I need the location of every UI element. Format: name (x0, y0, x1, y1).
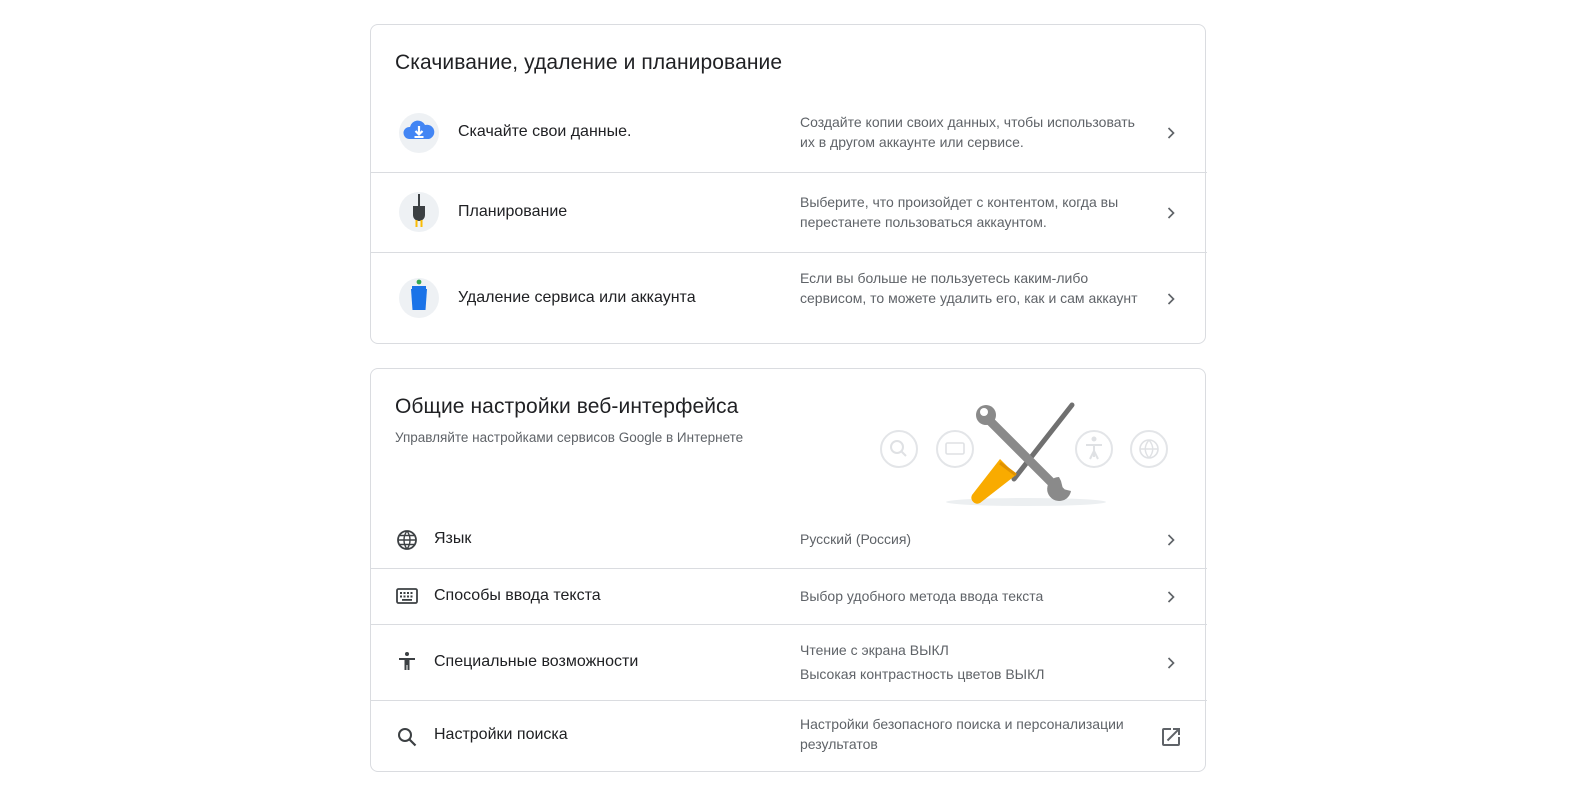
accessibility-icon (399, 652, 415, 670)
download-data-description: Создайте копии своих данных, чтобы испол… (800, 114, 1135, 150)
globe-icon (397, 530, 417, 550)
chevron-right-icon (1167, 534, 1175, 546)
download-delete-plan-card: Скачивание, удаление и планирование Скач… (370, 24, 1207, 344)
download-data-label: Скачайте свои данные. (458, 123, 632, 140)
planning-row[interactable]: Планирование Выберите, что произойдет с … (371, 172, 1207, 252)
language-label: Язык (434, 530, 472, 547)
plug-icon (399, 192, 439, 232)
chevron-right-icon (1167, 591, 1175, 603)
search-settings-row[interactable]: Настройки поиска Настройки безопасного п… (371, 700, 1207, 772)
web-settings-card: Общие настройки веб-интерфейса Управляйт… (370, 368, 1207, 772)
section-title: Общие настройки веб-интерфейса (395, 395, 739, 418)
screen-reader-status: Чтение с экрана ВЫКЛ (800, 642, 949, 658)
chevron-right-icon (1167, 207, 1175, 219)
input-tools-description: Выбор удобного метода ввода текста (800, 588, 1044, 604)
input-tools-row[interactable]: Способы ввода текста Выбор удобного мето… (371, 568, 1207, 624)
open-in-new-icon[interactable] (1159, 725, 1183, 749)
accessibility-label: Специальные возможности (434, 653, 639, 670)
delete-service-row[interactable]: Удаление сервиса или аккаунта Если вы бо… (371, 252, 1207, 344)
planning-description: Выберите, что произойдет с контентом, ко… (800, 194, 1119, 230)
search-settings-label: Настройки поиска (434, 726, 568, 743)
delete-service-label: Удаление сервиса или аккаунта (458, 289, 696, 306)
search-settings-description: Настройки безопасного поиска и персонали… (800, 716, 1124, 752)
input-tools-label: Способы ввода текста (434, 587, 601, 604)
delete-service-description: Если вы больше не пользуетесь каким-либо… (800, 270, 1138, 306)
keyboard-icon (396, 588, 418, 604)
trash-bin-icon (399, 278, 439, 318)
language-value: Русский (Россия) (800, 531, 912, 547)
high-contrast-status: Высокая контрастность цветов ВЫКЛ (800, 666, 1045, 682)
accessibility-row[interactable]: Специальные возможности Чтение с экрана … (371, 624, 1207, 700)
chevron-right-icon (1167, 657, 1175, 669)
language-row[interactable]: Язык Русский (Россия) (371, 512, 1207, 568)
chevron-right-icon (1167, 293, 1175, 305)
search-icon (398, 728, 417, 747)
cloud-download-icon (399, 113, 439, 153)
tools-illustration (880, 402, 1168, 506)
section-subtitle: Управляйте настройками сервисов Google в… (395, 430, 744, 445)
download-data-row[interactable]: Скачайте свои данные. Создайте копии сво… (371, 93, 1207, 173)
planning-label: Планирование (458, 203, 568, 220)
section-title: Скачивание, удаление и планирование (395, 51, 783, 74)
chevron-right-icon (1167, 127, 1175, 139)
